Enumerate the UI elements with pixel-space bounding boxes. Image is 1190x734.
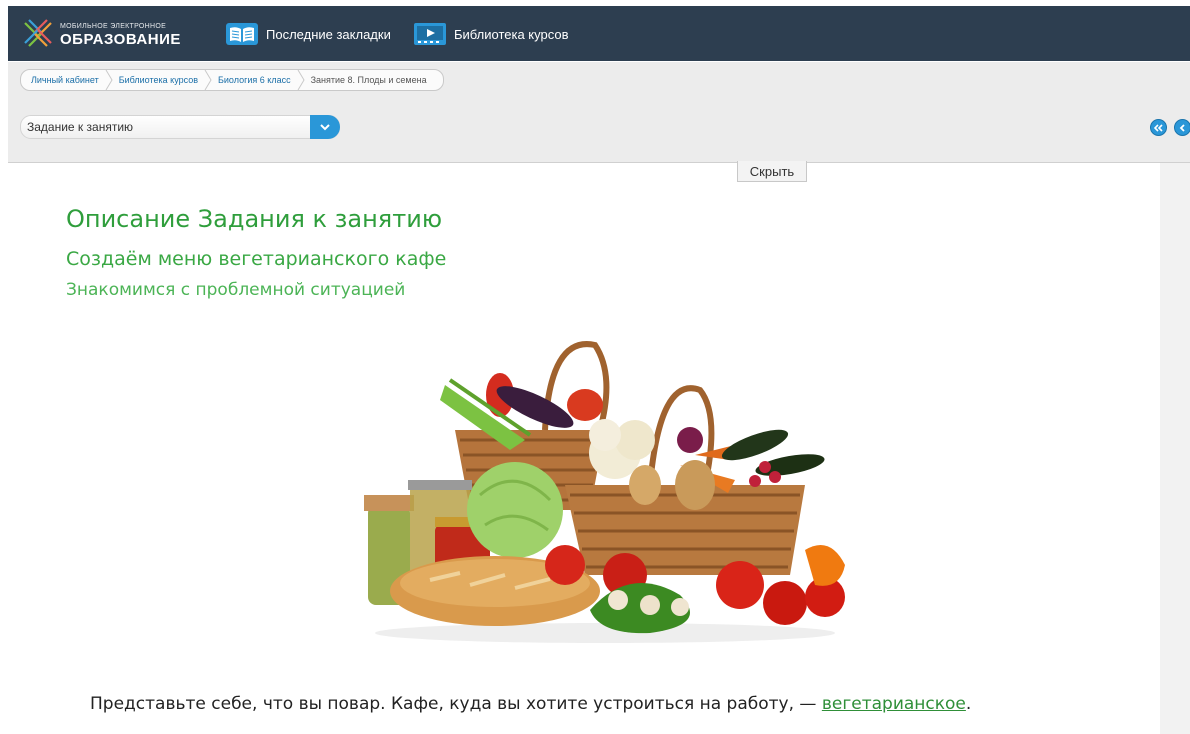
top-bar: МОБИЛЬНОЕ ЭЛЕКТРОННОЕ ОБРАЗОВАНИЕ Послед… <box>0 0 1190 62</box>
paragraph-text: Представьте себе, что вы повар. Кафе, ку… <box>90 694 822 714</box>
section-select-toggle[interactable] <box>310 115 340 139</box>
video-library-icon <box>414 23 446 45</box>
section-select-value: Задание к занятию <box>27 120 134 134</box>
section-heading: Знакомимся с проблемной ситуацией <box>66 280 406 300</box>
assignment-subtitle: Создаём меню вегетарианского кафе <box>66 248 447 270</box>
breadcrumb-item-current-lesson: Занятие 8. Плоды и семена <box>310 75 427 85</box>
chevron-right-icon <box>297 70 305 90</box>
breadcrumb-item-course-library[interactable]: Библиотека курсов <box>113 75 204 85</box>
logo-subtitle: МОБИЛЬНОЕ ЭЛЕКТРОННОЕ <box>60 23 167 30</box>
double-chevron-left-icon <box>1154 123 1163 132</box>
nav-course-library-label: Библиотека курсов <box>454 26 569 42</box>
logo[interactable]: МОБИЛЬНОЕ ЭЛЕКТРОННОЕ ОБРАЗОВАНИЕ <box>22 17 180 51</box>
scrollbar-track[interactable] <box>1160 163 1190 734</box>
previous-page-button[interactable] <box>1174 119 1190 136</box>
logo-title: ОБРАЗОВАНИЕ <box>60 31 181 48</box>
vegetarian-link[interactable]: вегетарианское <box>822 694 966 714</box>
open-book-icon <box>226 23 258 45</box>
section-select[interactable]: Задание к занятию <box>20 115 340 139</box>
problem-paragraph: Представьте себе, что вы повар. Кафе, ку… <box>90 694 971 714</box>
paragraph-end: . <box>965 694 972 714</box>
first-page-button[interactable] <box>1150 119 1167 136</box>
toolbar-area: Личный кабинет Библиотека курсов Биологи… <box>8 62 1190 163</box>
chevron-down-icon <box>320 124 330 131</box>
hide-button[interactable]: Скрыть <box>737 161 807 182</box>
logo-mark-icon <box>24 19 52 47</box>
page-title: Описание Задания к занятию <box>66 205 443 233</box>
nav-recent-bookmarks-label: Последние закладки <box>266 26 391 42</box>
chevron-right-icon <box>204 70 212 90</box>
nav-course-library[interactable]: Библиотека курсов <box>414 20 569 48</box>
breadcrumb: Личный кабинет Библиотека курсов Биологи… <box>20 69 444 91</box>
vegetable-baskets-image <box>364 341 845 643</box>
chevron-right-icon <box>105 70 113 90</box>
breadcrumb-item-biology-6[interactable]: Биология 6 класс <box>212 75 297 85</box>
breadcrumb-item-personal-cabinet[interactable]: Личный кабинет <box>25 75 105 85</box>
chevron-left-icon <box>1179 123 1185 132</box>
nav-recent-bookmarks[interactable]: Последние закладки <box>226 20 391 48</box>
header: МОБИЛЬНОЕ ЭЛЕКТРОННОЕ ОБРАЗОВАНИЕ Послед… <box>8 6 1190 61</box>
